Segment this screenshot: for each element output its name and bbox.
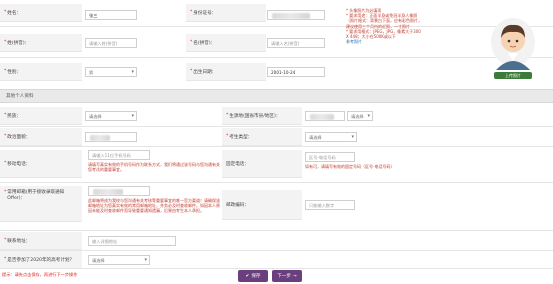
id-label: * 身份证号：	[186, 4, 266, 22]
redacted-political	[90, 135, 110, 141]
surname-input[interactable]: 请输入姓(拼音)	[85, 38, 137, 48]
redacted-email	[93, 189, 123, 195]
name-label: * 姓名：	[0, 4, 82, 22]
redacted-region	[310, 114, 334, 120]
exam-plan-label: * 是否参加了2020年的高考计划？	[0, 251, 82, 269]
birth-label: * 出生日期：	[186, 63, 266, 81]
address-input[interactable]: 输入详细地址	[88, 236, 176, 246]
next-button[interactable]: 下一步 →	[272, 270, 302, 282]
student-type-select[interactable]: 请选择	[305, 132, 357, 142]
ethnicity-label: * 民族：	[0, 107, 82, 125]
political-select[interactable]	[85, 132, 137, 142]
email-hint: 此邮箱将成为我校与您沟通有关考核等重要事宜的唯一官方渠道！请确保该邮箱地址为您真…	[88, 198, 220, 214]
surname-label: * 姓(拼音)：	[0, 34, 82, 52]
birthplace-label: * 生源地(国省市县/地区)：	[222, 107, 302, 125]
upload-photo-button[interactable]: 上传照片	[494, 72, 532, 79]
ethnicity-select[interactable]: 请选择	[85, 111, 137, 121]
check-icon: ✔	[245, 273, 250, 279]
birthplace-select[interactable]: 请选择	[347, 111, 373, 121]
mobile-hint: 请填写真实有效的手机号码作为联系方式，我们将通过该号码与您沟通有关您考试的重要事…	[88, 162, 220, 173]
address-label: * 联系地址：	[0, 232, 82, 250]
birthplace-region-select[interactable]	[305, 111, 345, 121]
student-type-label: * 考生类型：	[222, 128, 302, 146]
phone-hint: 如有可，请填写有效的固定号码（区号-电话号码）	[305, 164, 395, 169]
email-input[interactable]	[88, 186, 150, 196]
mobile-input[interactable]: 请输入11位手机号码	[88, 150, 150, 160]
redacted-id	[272, 13, 310, 19]
arrow-right-icon: →	[292, 273, 297, 279]
exam-plan-select[interactable]: 请选择	[88, 255, 150, 265]
section-title: 其他个人资料	[6, 94, 34, 99]
givenname-label: * 名(拼音)：	[186, 34, 266, 52]
name-input[interactable]: 张三	[85, 10, 137, 20]
email-label: * 常用邮箱(用于接收录取通知Offer)：	[0, 186, 82, 222]
givenname-input[interactable]: 请输入名(拼音)	[267, 38, 325, 48]
save-button[interactable]: ✔ 保存	[238, 270, 268, 282]
avatar-illustration	[491, 18, 535, 70]
photo-hints: * 头像照片为必填项 * 要求用途：正面半身或免冠半身人像照 （照片格式：背景白…	[346, 8, 478, 44]
gender-select[interactable]: 男	[85, 67, 137, 77]
phone-input[interactable]: 区号-电话号码	[305, 152, 355, 162]
photo-hint-link[interactable]: 参考照片	[346, 39, 478, 44]
section-other-info: 其他个人资料	[0, 89, 553, 103]
postcode-input[interactable]: 只能输入数字	[305, 200, 355, 210]
gender-label: * 性别：	[0, 63, 82, 81]
mobile-label: * 移动电话：	[0, 150, 82, 178]
id-input[interactable]	[267, 10, 325, 20]
political-label: * 政治面貌：	[0, 128, 82, 146]
phone-label: 固定电话：	[222, 150, 302, 178]
footer-tip: 提示：请先点击保存，再进行下一步操作	[2, 272, 78, 277]
birth-input[interactable]: 2001-10-24	[267, 67, 325, 77]
avatar: 上传照片	[482, 6, 544, 82]
postcode-label: 邮政编码：	[222, 190, 302, 220]
